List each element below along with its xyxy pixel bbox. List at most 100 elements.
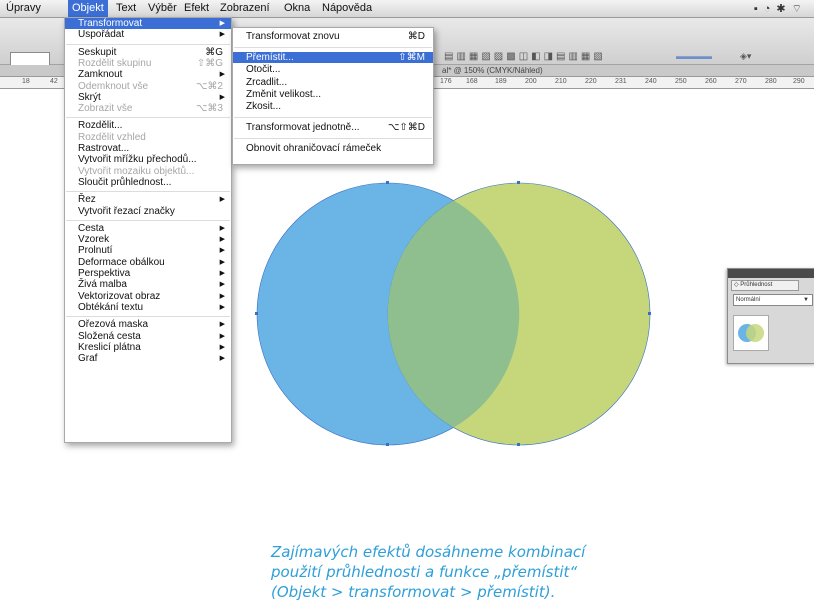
align-icons[interactable]: ▤▥▦▧▨▩◫◧◨▤▥▦▧ xyxy=(444,51,606,62)
ruler-tick: 176 xyxy=(440,78,452,85)
menu-item[interactable]: Seskupit ⌘G xyxy=(65,47,231,58)
submenu-arrow-icon: ▶ xyxy=(219,281,225,289)
menu-item-label: Rastrovat... xyxy=(78,143,130,154)
submenu-arrow-icon: ▶ xyxy=(219,270,225,277)
ruler-tick: 220 xyxy=(585,78,597,85)
menu-item[interactable]: Řez ▶ xyxy=(65,194,231,205)
menu-objekt[interactable]: Objekt xyxy=(68,0,108,17)
menu-item[interactable]: Vzorek ▶ xyxy=(65,234,231,245)
panel-tab-transparency[interactable]: ◇ Průhlednost xyxy=(731,280,799,291)
blend-mode-select[interactable]: Normální ▼ xyxy=(733,294,813,306)
menu-item[interactable]: Vytvořit mřížku přechodů... xyxy=(65,154,231,165)
menu-item-label: Změnit velikost... xyxy=(246,88,322,100)
ruler-tick: 240 xyxy=(645,78,657,85)
menu-item-label: Složená cesta xyxy=(78,330,141,342)
menu-item[interactable]: Transformovat jednotně... ⌥⇧⌘D xyxy=(233,122,433,133)
ruler-tick: 260 xyxy=(705,78,717,85)
menu-upravy[interactable]: Úpravy xyxy=(6,2,41,14)
menu-okna[interactable]: Okna xyxy=(284,2,310,14)
submenu-arrow-icon: ▶ xyxy=(219,247,225,255)
menu-item[interactable]: Zamknout ▶ xyxy=(65,69,231,80)
anchor-point xyxy=(386,443,389,446)
menu-item: Zobrazit vše ⌥⌘3 xyxy=(65,103,231,114)
menu-item[interactable]: Změnit velikost... xyxy=(233,89,433,100)
menu-napoveda[interactable]: Nápověda xyxy=(322,2,372,14)
menu-item[interactable]: Perspektiva ▶ xyxy=(65,268,231,279)
ruler-tick: 18 xyxy=(22,78,30,85)
submenu-arrow-icon: ▶ xyxy=(219,355,225,363)
menu-zobrazeni[interactable]: Zobrazení xyxy=(220,2,270,14)
menu-item-label: Zobrazit vše xyxy=(78,103,133,115)
menu-item[interactable]: Transformovat znovu ⌘D xyxy=(233,31,433,42)
menu-item-label: Deformace obálkou xyxy=(78,256,165,268)
options-icon[interactable]: ◈▾ xyxy=(740,51,751,62)
menu-item-label: Vytvořit mřížku přechodů... xyxy=(78,154,197,166)
menu-item[interactable]: Graf ▶ xyxy=(65,353,231,364)
submenu-arrow-icon: ▶ xyxy=(219,93,225,101)
menu-item-label: Vytvořit mozaiku objektů... xyxy=(78,165,195,177)
menu-item-shortcut: ⇧⌘G xyxy=(196,57,223,69)
menu-item[interactable]: Přemístit... ⇧⌘M xyxy=(233,52,433,64)
submenu-arrow-icon: ▶ xyxy=(219,332,225,340)
menu-item[interactable]: Prolnutí ▶ xyxy=(65,245,231,256)
panel-header[interactable] xyxy=(728,269,814,278)
menu-item[interactable]: Transformovat ▶ xyxy=(65,18,231,29)
menu-item[interactable]: Vektorizovat obraz ▶ xyxy=(65,291,231,302)
ruler-tick: 280 xyxy=(765,78,777,85)
menu-text[interactable]: Text xyxy=(116,2,136,14)
menu-item-label: Cesta xyxy=(78,222,105,234)
submenu-arrow-icon: ▶ xyxy=(219,236,225,244)
menu-item-label: Přemístit... xyxy=(246,52,294,64)
document-title: al* @ 150% (CMYK/Náhled) xyxy=(442,66,543,75)
menu-item[interactable]: Uspořádat ▶ xyxy=(65,29,231,40)
menu-item[interactable]: Obtékání textu ▶ xyxy=(65,302,231,313)
menu-item[interactable]: Rastrovat... xyxy=(65,143,231,154)
ruler-tick: 250 xyxy=(675,78,687,85)
menu-item-label: Perspektiva xyxy=(78,268,131,279)
menu-item[interactable]: Rozdělit... xyxy=(65,120,231,131)
menu-item[interactable]: Zkosit... xyxy=(233,101,433,112)
caption-line-2: použití průhlednosti a funkce „přemístit… xyxy=(271,563,578,581)
menu-item-label: Kreslicí plátna xyxy=(78,341,141,353)
menu-item-label: Vytvořit řezací značky xyxy=(78,205,175,217)
menu-item[interactable]: Ořezová maska ▶ xyxy=(65,319,231,330)
menu-item-label: Graf xyxy=(78,353,98,365)
menu-item-label: Transformovat jednotně... xyxy=(246,122,360,134)
anchor-point xyxy=(517,181,520,184)
ruler-tick: 231 xyxy=(615,78,627,85)
menu-item-label: Odemknout vše xyxy=(78,80,149,92)
menu-item[interactable]: Zrcadlit... xyxy=(233,77,433,88)
menu-item-label: Řez xyxy=(78,194,96,206)
menu-efekt[interactable]: Efekt xyxy=(184,2,209,14)
menu-item[interactable]: Sloučit průhlednost... xyxy=(65,177,231,188)
submenu-arrow-icon: ▶ xyxy=(219,292,225,300)
menu-item-label: Transformovat xyxy=(78,18,143,29)
blend-mode-value: Normální xyxy=(736,297,761,303)
menu-item[interactable]: Cesta ▶ xyxy=(65,223,231,234)
menu-item-label: Prolnutí xyxy=(78,245,113,257)
transform-link[interactable]: ▬▬▬▬ xyxy=(676,51,712,61)
toolbar-value-field[interactable] xyxy=(10,52,50,66)
menu-item-label: Sloučit průhlednost... xyxy=(78,176,172,188)
menu-item: Odemknout vše ⌥⌘2 xyxy=(65,81,231,92)
menu-item-shortcut: ⌥⌘3 xyxy=(195,103,223,115)
menu-item[interactable]: Deformace obálkou ▶ xyxy=(65,257,231,268)
menu-item[interactable]: Vytvořit řezací značky xyxy=(65,206,231,217)
object-menu: Transformovat ▶ Uspořádat ▶ Seskupit ⌘G Rozděl… xyxy=(64,17,232,443)
ruler-tick: 210 xyxy=(555,78,567,85)
menu-item[interactable]: Otočit... xyxy=(233,64,433,75)
menu-item-label: Obtékání textu xyxy=(78,301,144,313)
menu-item[interactable]: Kreslicí plátna ▶ xyxy=(65,342,231,353)
menu-item-label: Rozdělit vzhled xyxy=(78,131,146,143)
ruler-tick: 270 xyxy=(735,78,747,85)
menu-item[interactable]: Živá malba ▶ xyxy=(65,279,231,290)
menu-item[interactable]: Složená cesta ▶ xyxy=(65,331,231,342)
menu-separator xyxy=(66,117,230,119)
menu-item[interactable]: Obnovit ohraničovací rámeček xyxy=(233,143,433,154)
menu-item-label: Otočit... xyxy=(246,64,281,76)
menu-separator xyxy=(234,138,432,140)
menu-vyber[interactable]: Výběr xyxy=(148,2,177,14)
menu-item-label: Uspořádat xyxy=(78,29,125,41)
object-thumbnail xyxy=(733,315,769,351)
menu-item[interactable]: Skrýt ▶ xyxy=(65,92,231,103)
